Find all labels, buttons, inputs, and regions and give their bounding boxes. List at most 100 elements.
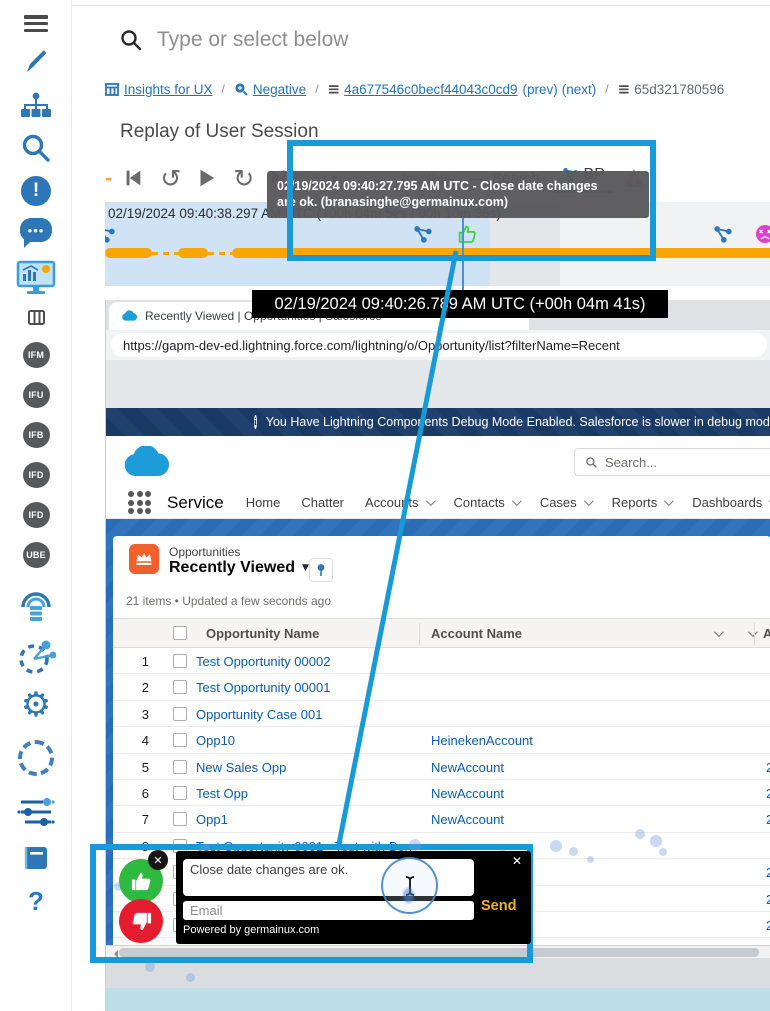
breadcrumb-insights-link[interactable]: Insights for UX — [124, 82, 213, 97]
sf-tab-reports[interactable]: Reports — [612, 495, 672, 510]
account-name-link[interactable]: HeinekenAccount — [431, 733, 533, 748]
list-view-selector[interactable]: Recently Viewed▼ — [169, 559, 309, 577]
app-launcher-icon[interactable] — [128, 491, 151, 514]
sf-tab-chatter[interactable]: Chatter — [301, 495, 344, 510]
process-share-icon[interactable] — [0, 637, 72, 677]
listener-icon[interactable] — [0, 585, 72, 623]
pen-icon[interactable] — [0, 48, 72, 78]
sf-tab-dashboards[interactable]: Dashboards — [692, 495, 770, 510]
horizontal-scrollbar[interactable] — [106, 945, 770, 958]
opportunity-name-link[interactable]: Opportunity Case 001 — [196, 707, 322, 722]
sf-tab-label: Home — [246, 495, 281, 510]
opportunity-name-link[interactable]: New Sales Opp — [196, 760, 286, 775]
sitemap-icon[interactable] — [0, 92, 72, 120]
global-search[interactable]: Type or select below — [105, 10, 770, 70]
chat-icon[interactable]: ••• — [0, 218, 72, 242]
minimize-button[interactable]: - — [105, 165, 112, 191]
opportunity-name-link[interactable]: Test Opp — [196, 786, 248, 801]
sf-tab-accounts[interactable]: Accounts — [365, 495, 432, 510]
timeline-playhead[interactable] — [462, 218, 464, 290]
sf-tab-label: Cases — [540, 495, 577, 510]
sidebar-badge-ifd-4[interactable]: IFD — [23, 502, 50, 528]
thumbs-down-button[interactable] — [119, 899, 163, 943]
account-name-link[interactable]: NewAccount — [431, 760, 504, 775]
chevron-down-icon[interactable] — [512, 496, 522, 506]
pin-button[interactable] — [309, 558, 333, 582]
table-row[interactable]: 6Test OppNewAccount2 — [113, 780, 770, 806]
sf-tab-label: Reports — [612, 495, 658, 510]
table-row[interactable]: 7Opp1NewAccount2 — [113, 806, 770, 832]
account-name-link[interactable]: NewAccount — [431, 786, 504, 801]
redo-button[interactable]: ↻ — [233, 166, 254, 191]
salesforce-search-box[interactable]: Search... — [574, 448, 770, 476]
chevron-down-icon[interactable] — [714, 627, 724, 637]
account-name-link[interactable]: NewAccount — [431, 812, 504, 827]
opportunity-name-link[interactable]: Test Opportunity 00002 — [196, 654, 330, 669]
row-checkbox[interactable] — [173, 733, 187, 747]
close-icon[interactable]: ✕ — [512, 854, 522, 868]
table-row[interactable]: 2Test Opportunity 00001 — [113, 674, 770, 700]
table-row[interactable]: 1Test Opportunity 00002 — [113, 648, 770, 674]
settings-gear-icon[interactable]: ⚙ — [0, 688, 72, 722]
chevron-down-icon[interactable] — [425, 496, 435, 506]
restart-button[interactable]: ↺ — [160, 166, 181, 191]
event-marker-negative-face-icon[interactable] — [755, 224, 770, 249]
table-row[interactable]: 4Opp10HeinekenAccount — [113, 727, 770, 753]
event-marker-network-icon[interactable] — [713, 224, 733, 249]
opportunity-name-link[interactable]: Opp10 — [196, 733, 235, 748]
event-marker-network-icon[interactable] — [105, 224, 116, 249]
activity-bar-segment — [105, 248, 152, 258]
columns-icon[interactable] — [0, 310, 72, 325]
row-checkbox[interactable] — [173, 680, 187, 694]
sidebar-badge-ifd-3[interactable]: IFD — [23, 462, 50, 488]
zoom-icon — [234, 82, 248, 96]
prev-link[interactable]: (prev) — [523, 82, 558, 97]
select-all-checkbox[interactable] — [173, 626, 187, 640]
table-row[interactable]: 3Opportunity Case 001 — [113, 701, 770, 727]
sf-tab-contacts[interactable]: Contacts — [454, 495, 519, 510]
extra-cell: 2 — [766, 892, 770, 907]
event-marker-thumbs-up-icon[interactable] — [457, 224, 478, 250]
chevron-down-icon[interactable] — [664, 496, 674, 506]
breadcrumb-session-link[interactable]: 4a677546c0becf44043c0cd9 — [344, 82, 517, 97]
session-replay-icon[interactable] — [0, 260, 72, 296]
column-header-opportunity-name[interactable]: Opportunity Name — [206, 626, 319, 641]
pin-icon — [315, 563, 327, 577]
sidebar-badge-ifb-2[interactable]: IFB — [23, 422, 50, 448]
dashed-circle-icon[interactable] — [0, 740, 72, 776]
row-checkbox[interactable] — [173, 654, 187, 668]
column-header-account-name[interactable]: Account Name — [431, 626, 522, 641]
search-icon[interactable] — [0, 132, 72, 164]
send-button[interactable]: Send — [481, 898, 516, 914]
opportunity-name-link[interactable]: Test Opportunity 00001 — [196, 680, 330, 695]
sf-tab-home[interactable]: Home — [246, 495, 281, 510]
scrollbar-thumb[interactable] — [119, 948, 759, 957]
chevron-down-icon[interactable] — [748, 627, 758, 637]
sliders-icon[interactable] — [0, 795, 72, 829]
row-checkbox[interactable] — [173, 707, 187, 721]
table-row[interactable]: 5New Sales OppNewAccount2 — [113, 754, 770, 780]
alert-icon[interactable]: ! — [0, 176, 72, 206]
url-bar[interactable]: https://gapm-dev-ed.lightning.force.com/… — [111, 333, 767, 357]
opportunity-name-link[interactable]: Opp1 — [196, 812, 228, 827]
scroll-left-arrow-icon[interactable] — [110, 950, 118, 958]
docs-book-icon[interactable] — [0, 845, 72, 871]
sidebar-badge-ube-5[interactable]: UBE — [23, 542, 50, 568]
column-header-next[interactable]: A — [763, 626, 770, 641]
row-checkbox[interactable] — [173, 786, 187, 800]
menu-icon[interactable] — [0, 12, 72, 35]
event-marker-network-icon[interactable] — [413, 224, 433, 249]
next-link[interactable]: (next) — [562, 82, 597, 97]
chevron-down-icon[interactable] — [584, 496, 594, 506]
opportunity-object-icon — [129, 544, 159, 574]
sidebar-badge-ifm-0[interactable]: IFM — [23, 342, 50, 368]
row-checkbox[interactable] — [173, 760, 187, 774]
breadcrumb-negative-link[interactable]: Negative — [253, 82, 306, 97]
sidebar-badge-ifu-1[interactable]: IFU — [23, 382, 50, 408]
sf-tab-cases[interactable]: Cases — [540, 495, 591, 510]
dismiss-badge[interactable]: ✕ — [148, 850, 168, 870]
row-checkbox[interactable] — [173, 812, 187, 826]
skip-start-button[interactable] — [122, 167, 144, 189]
play-button[interactable] — [195, 167, 217, 189]
help-icon[interactable]: ? — [0, 886, 72, 917]
